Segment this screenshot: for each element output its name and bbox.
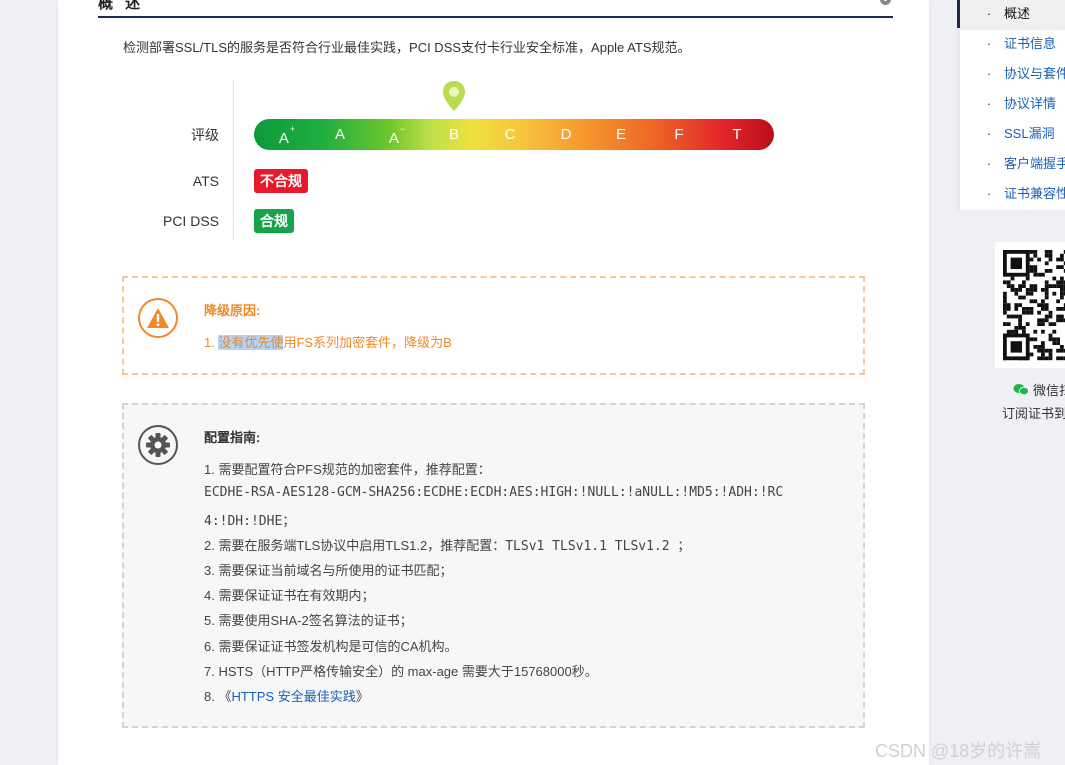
warning-icon bbox=[138, 298, 178, 338]
watermark: CSDN @18岁的许嵩 bbox=[875, 741, 1042, 761]
guide-line: 4:!DH:!DHE； bbox=[204, 514, 296, 529]
table-of-contents: · 概述 · 证书信息 · 协议与套件 · 协议详情 · SSL漏洞 · 客户端握手 · 证书兼容性 bbox=[957, 0, 1065, 210]
guide-line: 7. HSTS（HTTP严格传输安全）的 max-age 需要大于1576800… bbox=[204, 664, 598, 679]
best-practice-link[interactable]: HTTPS 安全最佳实践 bbox=[231, 689, 355, 704]
divider bbox=[233, 80, 234, 240]
section-header: 概 述 i bbox=[98, 0, 893, 18]
config-guide-box: 配置指南: 1. 需要配置符合PFS规范的加密套件，推荐配置： ECDHE-RS… bbox=[122, 403, 865, 728]
grade-letter: A+ bbox=[278, 124, 296, 147]
rating-label: 评级 bbox=[191, 127, 219, 143]
toc-item[interactable]: · 证书兼容性 bbox=[960, 180, 1065, 210]
ats-status-badge: 不合规 bbox=[254, 169, 308, 193]
subscribe-label: 订阅证书到 bbox=[1002, 406, 1065, 421]
guide-line: 3. 需要保证当前域名与所使用的证书匹配； bbox=[204, 563, 453, 578]
toc-item[interactable]: · 证书信息 bbox=[960, 30, 1065, 60]
grade-letter: A bbox=[334, 126, 345, 143]
ats-label: ATS bbox=[192, 173, 219, 189]
toc-item[interactable]: · SSL漏洞 bbox=[960, 120, 1065, 150]
grade-letter: C bbox=[504, 126, 516, 143]
guide-line: 1. 需要配置符合PFS规范的加密套件，推荐配置： bbox=[204, 462, 491, 477]
guide-line: 4. 需要保证证书在有效期内； bbox=[204, 588, 375, 603]
selected-text: 没有优先使 bbox=[218, 335, 284, 350]
guide-line: 8. 《HTTPS 安全最佳实践》 bbox=[204, 689, 369, 704]
section-description: 检测部署SSL/TLS的服务是否符合行业最佳实践，PCI DSS支付卡行业安全标… bbox=[123, 40, 691, 55]
wechat-icon bbox=[1013, 384, 1029, 396]
guide-line: 5. 需要使用SHA-2签名算法的证书； bbox=[204, 613, 413, 628]
downgrade-reason-box: 降级原因: 1. 没有优先使用FS系列加密套件，降级为B bbox=[122, 276, 865, 375]
grade-letter: D bbox=[560, 126, 572, 143]
grade-marker-icon bbox=[443, 81, 465, 111]
toc-item[interactable]: · 协议与套件 bbox=[960, 60, 1065, 90]
grade-letter: F bbox=[674, 126, 684, 143]
grade-letter: T bbox=[732, 126, 742, 143]
qr-code bbox=[995, 242, 1065, 368]
pci-label: PCI DSS bbox=[162, 213, 219, 229]
downgrade-reason-item: 1. 没有优先使用FS系列加密套件，降级为B bbox=[204, 335, 452, 350]
guide-line: 6. 需要保证证书签发机构是可信的CA机构。 bbox=[204, 639, 458, 654]
wechat-scan-label: 微信扫 bbox=[1013, 380, 1065, 399]
pci-status-badge: 合规 bbox=[254, 209, 294, 233]
grade-letter: A− bbox=[388, 124, 406, 147]
guide-title: 配置指南: bbox=[204, 430, 261, 445]
guide-line: 2. 需要在服务端TLS协议中启用TLS1.2，推荐配置：TLSv1 TLSv1… bbox=[204, 538, 691, 554]
downgrade-title: 降级原因: bbox=[204, 303, 261, 318]
section-title: 概 述 bbox=[98, 0, 145, 12]
grade-scale: A+ A A− B C D E F T bbox=[254, 119, 774, 150]
toc-item[interactable]: · 协议详情 bbox=[960, 90, 1065, 120]
report-card: 概 述 i 检测部署SSL/TLS的服务是否符合行业最佳实践，PCI DSS支付… bbox=[58, 0, 929, 765]
info-icon[interactable]: i bbox=[880, 0, 891, 5]
grade-letter: B bbox=[448, 126, 459, 143]
toc-item[interactable]: · 概述 bbox=[960, 0, 1065, 30]
guide-line: ECDHE-RSA-AES128-GCM-SHA256:ECDHE:ECDH:A… bbox=[204, 485, 784, 500]
toc-item[interactable]: · 客户端握手 bbox=[960, 150, 1065, 180]
gear-icon bbox=[138, 425, 178, 465]
grade-letter: E bbox=[615, 126, 626, 143]
